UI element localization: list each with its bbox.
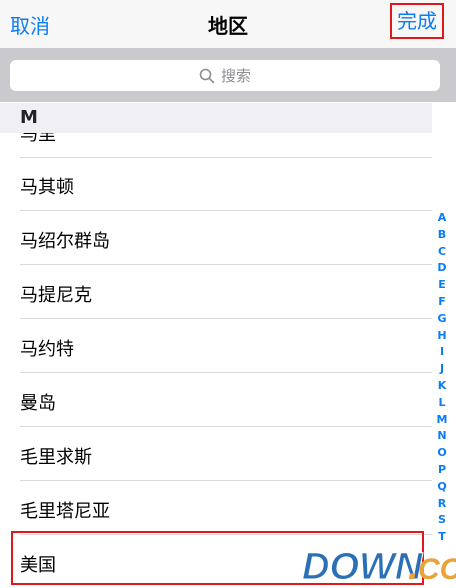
index-letter-p[interactable]: P xyxy=(438,462,446,479)
index-letter-a[interactable]: A xyxy=(438,210,447,227)
row-separator xyxy=(20,318,432,319)
search-input[interactable]: 搜索 xyxy=(10,60,440,91)
index-letter-d[interactable]: D xyxy=(437,260,446,277)
index-letter-m[interactable]: M xyxy=(437,412,448,429)
row-separator xyxy=(20,372,432,373)
index-letter-q[interactable]: Q xyxy=(437,479,446,496)
list-item[interactable]: 马其顿 xyxy=(0,158,432,211)
list-item[interactable]: 马提尼克 xyxy=(0,266,432,319)
index-letter-l[interactable]: L xyxy=(438,395,445,412)
watermark-text-dot: . xyxy=(408,546,419,588)
index-letter-r[interactable]: R xyxy=(438,496,446,513)
index-letter-o[interactable]: O xyxy=(437,445,446,462)
watermark-text-cc: CC xyxy=(418,553,456,586)
row-separator xyxy=(20,264,432,265)
index-letter-j[interactable]: J xyxy=(440,361,444,378)
list-item-label: 马约特 xyxy=(20,339,74,360)
section-header-label: M xyxy=(20,107,38,128)
list-item[interactable]: 马约特 xyxy=(0,320,432,373)
list-item[interactable]: 毛里塔尼亚 xyxy=(0,482,432,535)
index-letter-b[interactable]: B xyxy=(438,227,446,244)
row-separator xyxy=(20,480,432,481)
region-list[interactable]: 马里 马其顿 马绍尔群岛 马提尼克 马约特 曼岛 毛里求斯 毛里塔尼亚 美国 xyxy=(0,133,432,588)
index-letter-c[interactable]: C xyxy=(438,244,446,261)
section-header: M xyxy=(0,103,432,133)
index-letter-g[interactable]: G xyxy=(437,311,446,328)
list-item-label: 曼岛 xyxy=(20,393,56,414)
watermark-text-down: DOWN xyxy=(302,546,424,588)
page-title: 地区 xyxy=(208,14,248,38)
index-letter-h[interactable]: H xyxy=(437,328,446,345)
watermark-logo: DOWN . CC xyxy=(302,546,456,588)
list-item-label: 马其顿 xyxy=(20,177,74,198)
list-item-label: 美国 xyxy=(20,555,56,576)
search-bar: 搜索 xyxy=(0,48,456,102)
list-item-label: 马里 xyxy=(20,133,56,145)
search-icon xyxy=(199,68,215,83)
search-placeholder: 搜索 xyxy=(220,67,251,85)
list-item[interactable]: 毛里求斯 xyxy=(0,428,432,481)
list-item-label: 毛里求斯 xyxy=(20,447,92,468)
list-item[interactable]: 马绍尔群岛 xyxy=(0,212,432,265)
index-letter-i[interactable]: I xyxy=(440,344,444,361)
index-letter-s[interactable]: S xyxy=(438,512,446,529)
section-index[interactable]: ABCDEFGHIJKLMNOPQRST xyxy=(432,210,452,546)
navigation-bar: 取消 地区 完成 xyxy=(0,0,456,48)
row-separator xyxy=(20,426,432,427)
index-letter-f[interactable]: F xyxy=(438,294,446,311)
list-item-label: 马提尼克 xyxy=(20,285,92,306)
index-letter-e[interactable]: E xyxy=(438,277,446,294)
row-separator xyxy=(20,534,432,535)
list-item-label: 马绍尔群岛 xyxy=(20,231,110,252)
index-letter-n[interactable]: N xyxy=(437,428,446,445)
list-item-label: 毛里塔尼亚 xyxy=(20,501,110,522)
index-letter-k[interactable]: K xyxy=(438,378,447,395)
list-item[interactable]: 马里 xyxy=(0,133,432,158)
row-separator xyxy=(20,210,432,211)
list-item[interactable]: 曼岛 xyxy=(0,374,432,427)
done-button[interactable]: 完成 xyxy=(390,3,444,39)
